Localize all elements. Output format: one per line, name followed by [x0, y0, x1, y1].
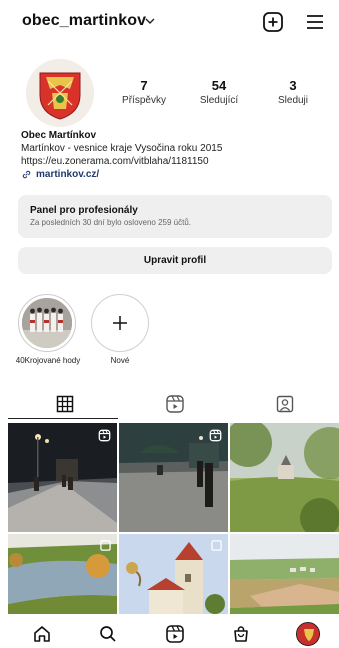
chevron-down-icon[interactable] [143, 14, 157, 28]
grid-icon [56, 395, 73, 413]
new-highlight-label: Nové [110, 356, 130, 365]
profile-name: Obec Martínkov [21, 130, 97, 141]
new-highlight-button[interactable] [91, 294, 149, 352]
post-tile[interactable] [119, 423, 228, 532]
coat-of-arms-icon [26, 59, 94, 127]
username[interactable]: obec_martinkov [22, 12, 146, 30]
stat-posts-value: 7 [140, 78, 148, 93]
stat-posts-label: Příspěvky [122, 95, 166, 106]
profile-avatar-small [296, 622, 320, 646]
post-church-leaves-image [230, 423, 339, 532]
highlight-thumbnail [22, 298, 72, 348]
reel-badge-icon [209, 429, 222, 442]
nav-reels[interactable] [163, 622, 187, 646]
stat-followers-value: 54 [211, 78, 227, 93]
tab-reels[interactable] [118, 388, 231, 420]
nav-shop[interactable] [229, 622, 253, 646]
plus-icon [113, 316, 127, 330]
highlight-krojovane-hody[interactable] [18, 294, 76, 352]
bottom-navigation [0, 614, 339, 648]
professional-dashboard[interactable]: Panel pro profesionály Za posledních 30 … [18, 195, 332, 238]
stat-followers-label: Sledující [199, 95, 239, 106]
profile-link[interactable]: martinkov.cz/ [21, 168, 321, 181]
menu-icon[interactable] [304, 11, 326, 33]
link-icon [22, 170, 31, 179]
home-icon [34, 626, 50, 642]
highlight-label: 40Krojované hody [15, 356, 81, 365]
edit-profile-button[interactable]: Upravit profil [18, 247, 332, 274]
pro-panel-subtitle: Za posledních 30 dní bylo osloveno 259 ú… [30, 218, 191, 227]
carousel-badge-icon [100, 540, 111, 551]
carousel-badge-icon [211, 540, 222, 551]
reels-icon [165, 395, 184, 413]
stat-following-label: Sleduji [277, 95, 309, 106]
profile-bio: Obec Martínkov Martínkov - vesnice kraje… [21, 129, 321, 181]
profile-link-label: martinkov.cz/ [36, 169, 100, 180]
stat-following-value: 3 [289, 78, 297, 93]
people-in-costumes-icon [22, 298, 72, 348]
stat-following[interactable]: 3 Sleduji [268, 78, 318, 106]
reel-badge-icon [98, 429, 111, 442]
search-icon [100, 626, 116, 642]
tab-posts-grid[interactable] [8, 388, 121, 420]
create-post-icon[interactable] [262, 11, 284, 33]
shopping-bag-icon [234, 626, 248, 642]
profile-url-text[interactable]: https://eu.zonerama.com/vitblaha/1181150 [21, 155, 321, 168]
profile-avatar[interactable] [26, 59, 94, 127]
active-tab-indicator [8, 418, 118, 419]
stat-followers[interactable]: 54 Sledující [191, 78, 247, 106]
nav-profile[interactable] [296, 622, 320, 646]
tab-tagged[interactable] [228, 388, 339, 420]
post-tile[interactable] [230, 423, 339, 532]
tagged-person-icon [276, 395, 293, 413]
coat-of-arms-icon [297, 623, 319, 645]
post-tile[interactable] [8, 423, 117, 532]
top-bar: obec_martinkov [0, 0, 339, 44]
nav-search[interactable] [96, 622, 120, 646]
reels-icon [166, 625, 184, 643]
profile-description: Martínkov - vesnice kraje Vysočina roku … [21, 143, 223, 154]
nav-home[interactable] [30, 622, 54, 646]
stat-posts[interactable]: 7 Příspěvky [118, 78, 170, 106]
profile-tabs [0, 388, 339, 420]
pro-panel-title: Panel pro profesionály [30, 205, 138, 216]
